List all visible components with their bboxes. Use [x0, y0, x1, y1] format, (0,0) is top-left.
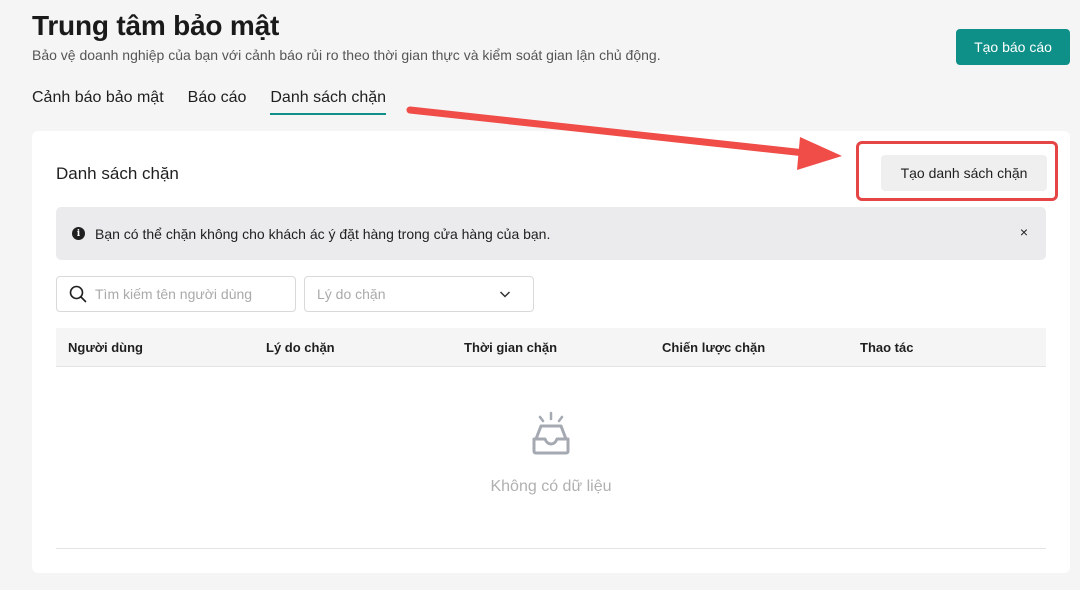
table-bottom-divider — [56, 548, 1046, 549]
page-title: Trung tâm bảo mật — [32, 10, 280, 41]
page-subtitle: Bảo vệ doanh nghiệp của bạn với cảnh báo… — [32, 47, 661, 63]
empty-inbox-icon — [532, 411, 570, 455]
create-blocklist-button[interactable]: Tạo danh sách chặn — [881, 155, 1047, 191]
chevron-down-icon — [499, 291, 511, 298]
column-header-user: Người dùng — [68, 340, 143, 355]
tab-reports[interactable]: Báo cáo — [188, 89, 247, 113]
info-banner: i Bạn có thể chặn không cho khách ác ý đ… — [56, 207, 1046, 260]
table-header: Người dùng Lý do chặn Thời gian chặn Chi… — [56, 328, 1046, 367]
search-input[interactable] — [95, 286, 285, 302]
close-icon[interactable]: × — [1020, 224, 1028, 240]
info-icon: i — [72, 227, 85, 240]
column-header-strategy: Chiến lược chặn — [662, 340, 766, 355]
info-banner-text: Bạn có thể chặn không cho khách ác ý đặt… — [95, 225, 551, 242]
reason-select-placeholder: Lý do chặn — [317, 286, 386, 302]
tab-blocklist[interactable]: Danh sách chặn — [270, 89, 386, 115]
search-icon — [69, 285, 87, 303]
column-header-time: Thời gian chặn — [464, 340, 558, 355]
blocklist-card: Danh sách chặn Tạo danh sách chặn i Bạn … — [32, 131, 1070, 573]
column-header-reason: Lý do chặn — [266, 340, 335, 355]
card-title: Danh sách chặn — [56, 164, 179, 183]
create-report-button[interactable]: Tạo báo cáo — [956, 29, 1070, 65]
tab-security-alerts[interactable]: Cảnh báo bảo mật — [32, 89, 164, 113]
reason-select[interactable]: Lý do chặn — [304, 276, 534, 312]
tab-bar: Cảnh báo bảo mật Báo cáo Danh sách chặn — [32, 89, 410, 115]
empty-state-text: Không có dữ liệu — [490, 478, 612, 495]
search-field[interactable] — [56, 276, 296, 312]
column-header-actions: Thao tác — [860, 340, 914, 355]
